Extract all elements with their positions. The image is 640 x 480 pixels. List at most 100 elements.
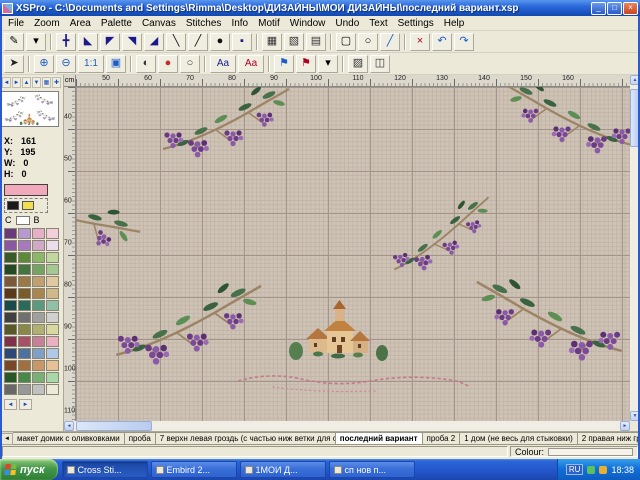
palette-swatch[interactable] <box>4 348 17 359</box>
thumbnail-grid[interactable]: ▦ <box>42 77 51 88</box>
texture-view[interactable]: ▨ <box>348 55 368 73</box>
palette-swatch[interactable] <box>18 300 31 311</box>
palette-swatch[interactable] <box>46 336 59 347</box>
tabs-scroll-left[interactable]: ◄ <box>1 433 13 445</box>
taskbar-task[interactable]: Cross Sti... <box>62 461 148 478</box>
palette-swatch[interactable] <box>18 372 31 383</box>
menu-info[interactable]: Info <box>226 17 253 30</box>
grid-view[interactable]: ▦ <box>262 33 282 51</box>
palette-swatch[interactable] <box>46 372 59 383</box>
menu-settings[interactable]: Settings <box>393 17 439 30</box>
palette-swatch[interactable] <box>32 360 45 371</box>
pointer-tool[interactable]: ➤ <box>4 55 24 73</box>
font-cyrillic[interactable]: Аа <box>238 55 264 73</box>
tool-options-dropdown[interactable]: ▾ <box>26 33 46 51</box>
palette-swatch[interactable] <box>32 264 45 275</box>
scroll-left-button[interactable]: ◄ <box>64 421 74 431</box>
palette-swatch[interactable] <box>4 384 17 395</box>
palette-swatch[interactable] <box>4 336 17 347</box>
delete-stitch[interactable]: × <box>410 33 430 51</box>
palette-swatch[interactable] <box>18 384 31 395</box>
palette-swatch[interactable] <box>32 288 45 299</box>
menu-stitches[interactable]: Stitches <box>181 17 227 30</box>
more-tools-dropdown[interactable]: ▾ <box>318 55 338 73</box>
half-stitch-tr[interactable]: ◥ <box>122 33 142 51</box>
nav-down[interactable]: ▼ <box>32 77 41 88</box>
palette-swatch[interactable] <box>46 240 59 251</box>
flag-marker-blue[interactable]: ⚑ <box>274 55 294 73</box>
solid-view[interactable]: ● <box>158 55 178 73</box>
palette-swatch[interactable] <box>4 300 17 311</box>
palette-swatch[interactable] <box>32 300 45 311</box>
palette-swatch[interactable] <box>4 264 17 275</box>
zoom-in[interactable]: ⊕ <box>34 55 54 73</box>
menu-zoom[interactable]: Zoom <box>29 17 65 30</box>
minimize-button[interactable]: _ <box>591 2 606 15</box>
pattern-tab[interactable]: последний вариант <box>336 432 423 445</box>
palette-swatch[interactable] <box>32 372 45 383</box>
palette-swatch[interactable] <box>18 228 31 239</box>
menu-motif[interactable]: Motif <box>253 17 285 30</box>
palette-swatch[interactable] <box>18 264 31 275</box>
outline-view[interactable]: ○ <box>180 55 200 73</box>
petite-stitch[interactable]: ▪ <box>232 33 252 51</box>
split-view[interactable]: ◫ <box>370 55 390 73</box>
palette-swatch[interactable] <box>32 228 45 239</box>
thread-type-swatch[interactable] <box>16 216 30 225</box>
horizontal-scrollbar[interactable]: ◄ ► <box>64 421 630 431</box>
flag-marker-red[interactable]: ⚑ <box>296 55 316 73</box>
palette-swatch[interactable] <box>32 336 45 347</box>
close-button[interactable]: × <box>623 2 638 15</box>
menu-window[interactable]: Window <box>285 17 331 30</box>
thread-color-2[interactable] <box>22 201 34 210</box>
half-stitch-bl[interactable]: ◣ <box>78 33 98 51</box>
view-mode[interactable]: ◐ <box>136 55 156 73</box>
palette-swatch[interactable] <box>18 252 31 263</box>
zoom-fit[interactable]: ▣ <box>106 55 126 73</box>
nav-up[interactable]: ▲ <box>22 77 31 88</box>
palette-swatch[interactable] <box>18 288 31 299</box>
palette-swatch[interactable] <box>46 312 59 323</box>
maximize-button[interactable]: □ <box>607 2 622 15</box>
palette-swatch[interactable] <box>32 324 45 335</box>
backstitch-down[interactable]: ╲ <box>166 33 186 51</box>
palette-swatch[interactable] <box>4 240 17 251</box>
menu-help[interactable]: Help <box>439 17 470 30</box>
redo-button[interactable]: ↷ <box>454 33 474 51</box>
selected-color-swatch[interactable] <box>4 184 48 196</box>
menu-file[interactable]: File <box>3 17 29 30</box>
pattern-tab[interactable]: 1 дом (не весь для стыковки) <box>460 432 578 445</box>
pattern-tab[interactable]: макет домик с оливковками <box>13 432 125 445</box>
palette-swatch[interactable] <box>46 348 59 359</box>
palette-swatch[interactable] <box>4 312 17 323</box>
menu-area[interactable]: Area <box>65 17 96 30</box>
palette-swatch[interactable] <box>4 276 17 287</box>
palette-swatch[interactable] <box>18 240 31 251</box>
palette-swatch[interactable] <box>4 372 17 383</box>
palette-swatch[interactable] <box>46 264 59 275</box>
thread-color-1[interactable] <box>7 201 19 210</box>
palette-swatch[interactable] <box>32 384 45 395</box>
backstitch-up[interactable]: ╱ <box>188 33 208 51</box>
taskbar-task[interactable]: Embird 2... <box>151 461 237 478</box>
rect-select[interactable]: ▢ <box>336 33 356 51</box>
pencil-tool[interactable]: ✎ <box>4 33 24 51</box>
menu-palette[interactable]: Palette <box>96 17 137 30</box>
pattern-tab[interactable]: проба 2 <box>423 432 461 445</box>
palette-swatch[interactable] <box>32 252 45 263</box>
stitch-canvas[interactable] <box>76 87 630 421</box>
palette-swatch[interactable] <box>46 276 59 287</box>
tray-icon-yellow[interactable] <box>599 466 607 474</box>
pattern-tab[interactable]: 2 правая ниж гр <box>578 432 640 445</box>
menu-undo[interactable]: Undo <box>330 17 364 30</box>
palette-swatch[interactable] <box>46 360 59 371</box>
palette-swatch[interactable] <box>4 324 17 335</box>
language-indicator[interactable]: RU <box>566 464 584 475</box>
pattern-preview[interactable] <box>1 91 59 127</box>
menu-text[interactable]: Text <box>364 17 392 30</box>
start-button[interactable]: пуск <box>0 459 58 480</box>
palette-swatch[interactable] <box>4 288 17 299</box>
palette-swatch[interactable] <box>46 324 59 335</box>
palette-swatch[interactable] <box>18 336 31 347</box>
palette-prev[interactable]: ◄ <box>4 399 17 410</box>
